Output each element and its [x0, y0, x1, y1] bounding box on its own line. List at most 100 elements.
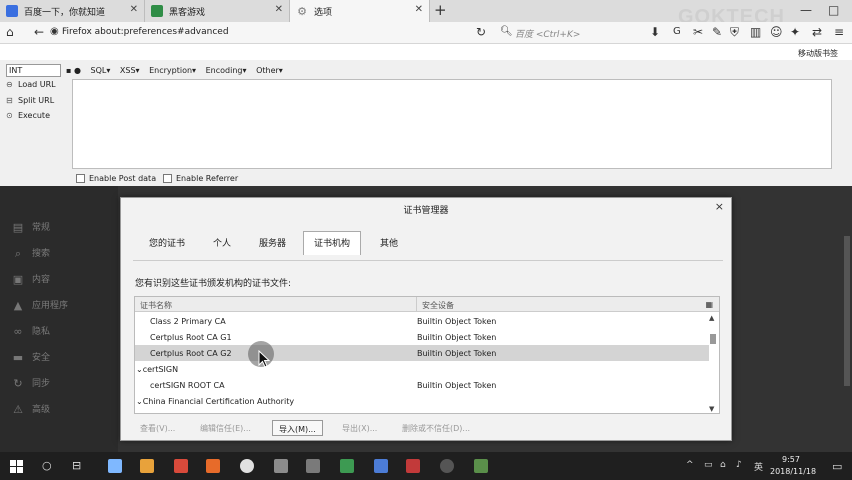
tab-others[interactable]: 其他 — [380, 236, 398, 249]
screenshot-icon[interactable]: ✂ — [693, 25, 703, 39]
close-tab-icon[interactable]: ✕ — [275, 4, 283, 15]
sidebar-item-applications[interactable]: ▲ 应用程序 — [12, 298, 68, 312]
clock-time[interactable]: 9:57 — [782, 455, 800, 464]
download-icon[interactable]: ⬇ — [650, 25, 660, 39]
close-icon[interactable]: × — [715, 200, 724, 213]
url-bar[interactable]: Firefox about:preferences#advanced — [62, 27, 229, 37]
tree-row[interactable]: ⌄certSIGN — [135, 361, 709, 377]
home-icon[interactable]: ⌂ — [6, 25, 14, 39]
reload-icon[interactable]: ↻ — [476, 25, 486, 39]
tree-row[interactable]: Class 2 Primary CA Builtin Object Token — [135, 313, 709, 329]
task-view-icon[interactable]: ⊟ — [72, 459, 81, 472]
file-explorer-icon[interactable] — [140, 459, 154, 473]
column-security-device[interactable]: 安全设备 — [422, 300, 454, 311]
sidebar-item-security[interactable]: ▬ 安全 — [12, 350, 50, 364]
load-url-button[interactable]: ⊖ Load URL — [6, 80, 56, 89]
tab-baidu[interactable]: 百度一下，你就知道 ✕ — [0, 0, 145, 22]
column-divider[interactable] — [416, 297, 417, 312]
tab-authorities[interactable]: 证书机构 — [303, 231, 362, 255]
extension-icon[interactable]: ✦ — [790, 25, 800, 39]
view-button[interactable]: 查看(V)... — [134, 420, 181, 436]
close-tab-icon[interactable]: ✕ — [415, 4, 423, 15]
battery-icon[interactable]: ▭ — [704, 460, 713, 470]
menu-encoding[interactable]: Encoding▾ — [206, 66, 247, 75]
app-icon[interactable] — [374, 459, 388, 473]
column-picker-icon[interactable]: ▦ — [705, 300, 713, 309]
enable-post-data-checkbox[interactable]: Enable Post data — [76, 174, 156, 183]
new-tab-button[interactable]: + — [434, 1, 447, 19]
execute-button[interactable]: ⊙ Execute — [6, 111, 50, 120]
smiley-icon[interactable]: ☺ — [770, 25, 783, 39]
maximize-button[interactable]: □ — [828, 3, 839, 17]
delete-distrust-button[interactable]: 删除或不信任(D)... — [396, 420, 476, 436]
tree-row[interactable]: Certplus Root CA G1 Builtin Object Token — [135, 329, 709, 345]
scroll-thumb[interactable] — [710, 334, 716, 344]
sidebar-item-content[interactable]: ▣ 内容 — [12, 272, 50, 286]
library-icon[interactable]: ▥ — [750, 25, 761, 39]
app-icon[interactable] — [474, 459, 488, 473]
hackbar-url-textarea[interactable] — [72, 79, 832, 169]
edit-trust-button[interactable]: 编辑信任(E)... — [194, 420, 257, 436]
search-icon: 🔍︎ — [500, 26, 513, 37]
preferences-scrollbar[interactable] — [844, 236, 850, 386]
app-icon[interactable] — [274, 459, 288, 473]
translate-icon[interactable]: G — [673, 26, 681, 37]
tree-row[interactable]: ⌄China Financial Certification Authority — [135, 393, 709, 409]
certificate-tree[interactable]: 证书名称 安全设备 ▦ Class 2 Primary CA Builtin O… — [134, 296, 720, 414]
network-icon[interactable]: ⌂ — [720, 460, 726, 470]
import-button[interactable]: 导入(M)... — [272, 420, 323, 436]
export-button[interactable]: 导出(X)... — [336, 420, 383, 436]
back-icon[interactable]: ← — [34, 25, 44, 39]
input-method-label[interactable]: 英 — [754, 460, 763, 473]
split-url-button[interactable]: ⊟ Split URL — [6, 96, 54, 105]
scroll-down-icon[interactable]: ▼ — [709, 405, 714, 413]
volume-icon[interactable]: ♪ — [736, 460, 742, 470]
shield-icon[interactable]: ⛨ — [730, 25, 739, 40]
checkbox-box[interactable] — [163, 174, 172, 183]
sidebar-item-sync[interactable]: ↻ 同步 — [12, 376, 50, 390]
menu-encryption[interactable]: Encryption▾ — [149, 66, 196, 75]
tab-your-certificates[interactable]: 您的证书 — [149, 236, 185, 249]
hackbar-type-select[interactable]: INT — [6, 64, 61, 77]
sidebar-item-general[interactable]: ▤ 常规 — [12, 220, 50, 234]
close-tab-icon[interactable]: ✕ — [130, 4, 138, 15]
scroll-up-icon[interactable]: ▲ — [709, 314, 714, 322]
clock-date[interactable]: 2018/11/18 — [770, 467, 816, 476]
app-icon[interactable] — [206, 459, 220, 473]
sync-icon[interactable]: ⇄ — [812, 25, 822, 39]
app-icon[interactable] — [340, 459, 354, 473]
tab-people[interactable]: 个人 — [213, 236, 231, 249]
mobile-bookmarks[interactable]: 移动版书签 — [798, 48, 838, 59]
app-icon[interactable] — [174, 459, 188, 473]
sidebar-item-advanced[interactable]: ⚠ 高级 — [12, 402, 50, 416]
menu-other[interactable]: Other▾ — [256, 66, 283, 75]
tree-row-selected[interactable]: Certplus Root CA G2 Builtin Object Token — [135, 345, 709, 361]
tree-row[interactable]: certSIGN ROOT CA Builtin Object Token — [135, 377, 709, 393]
app-icon[interactable] — [306, 459, 320, 473]
tree-scrollbar[interactable]: ▲ ▼ — [709, 314, 717, 413]
search-circle-icon[interactable]: ○ — [42, 459, 52, 472]
menu-xss[interactable]: XSS▾ — [120, 66, 140, 75]
tray-expand-icon[interactable]: ^ — [686, 460, 694, 470]
pen-icon[interactable]: ✎ — [712, 25, 722, 39]
checkbox-box[interactable] — [76, 174, 85, 183]
menu-sql[interactable]: SQL▾ — [91, 66, 111, 75]
sidebar-item-search[interactable]: ⌕ 搜索 — [12, 246, 50, 260]
notification-icon[interactable]: ▭ — [832, 460, 842, 473]
cert-name: Certplus Root CA G1 — [150, 333, 232, 342]
enable-referrer-checkbox[interactable]: Enable Referrer — [163, 174, 238, 183]
tab-hacker-game[interactable]: 黑客游戏 ✕ — [145, 0, 290, 22]
minimize-button[interactable]: — — [800, 3, 812, 17]
column-certificate-name[interactable]: 证书名称 — [140, 300, 172, 311]
firefox-taskbar-icon[interactable] — [440, 459, 454, 473]
sidebar-item-privacy[interactable]: ∞ 隐私 — [12, 324, 50, 338]
windows-start-icon[interactable] — [10, 460, 23, 473]
search-input[interactable]: 百度 <Ctrl+K> — [515, 27, 580, 40]
tab-options[interactable]: ⚙ 选项 ✕ — [290, 0, 430, 22]
menu-icon[interactable]: ≡ — [834, 25, 844, 39]
app-icon[interactable] — [240, 459, 254, 473]
app-icon[interactable] — [108, 459, 122, 473]
tab-servers[interactable]: 服务器 — [259, 236, 286, 249]
cert-group-name: ⌄certSIGN — [136, 365, 179, 374]
app-icon[interactable] — [406, 459, 420, 473]
